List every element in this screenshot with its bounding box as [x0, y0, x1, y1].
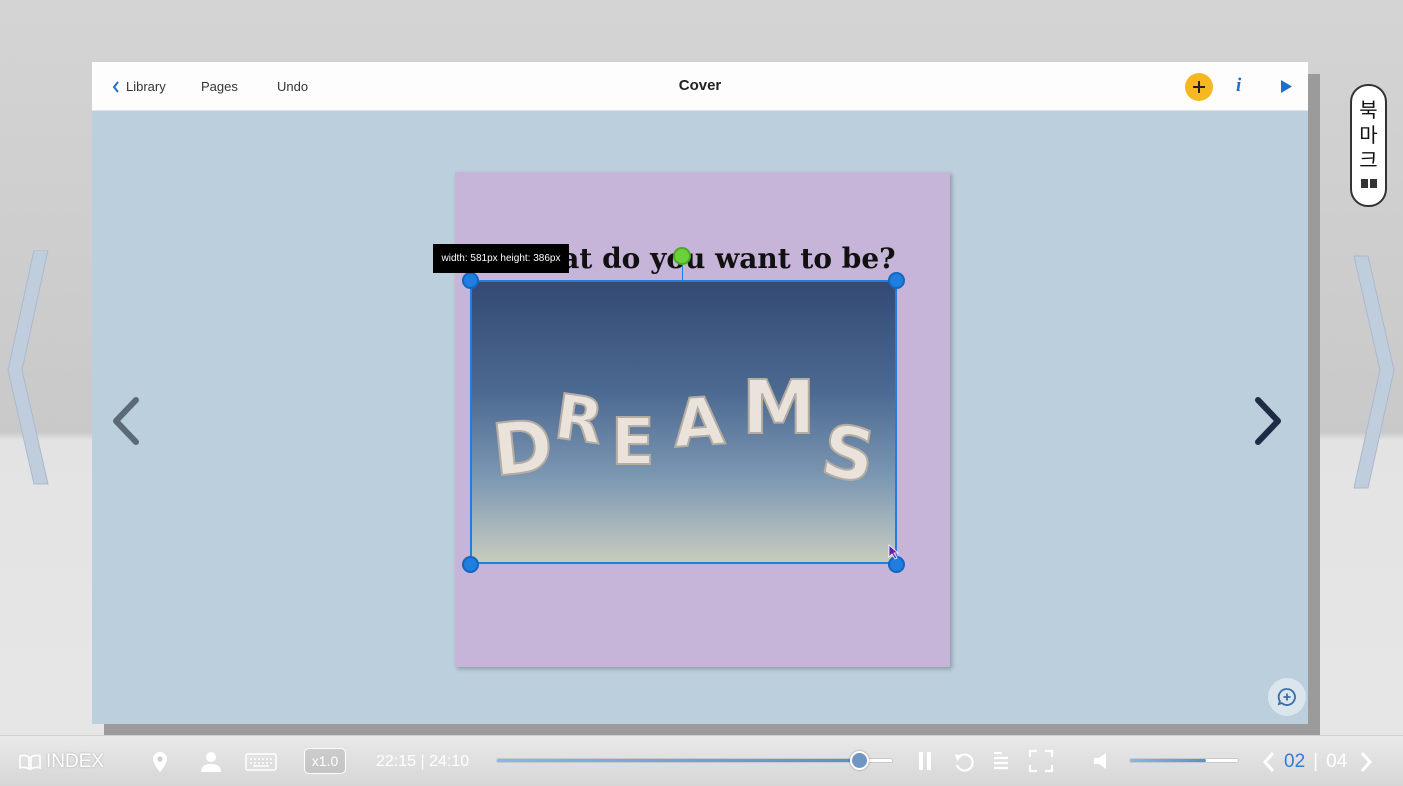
size-tooltip: width: 581px height: 386px	[433, 244, 569, 273]
location-pin-icon[interactable]	[150, 751, 170, 773]
bookmark-char: 마	[1359, 123, 1378, 147]
volume-slider[interactable]	[1129, 758, 1239, 763]
resize-handle-top-left[interactable]	[462, 272, 479, 289]
book-icon	[19, 754, 41, 770]
book-page: What do you want to be? D R E A M S widt…	[433, 172, 950, 667]
replay-icon[interactable]	[953, 751, 975, 773]
next-page-icon[interactable]	[1359, 751, 1373, 773]
outer-prev-arrow[interactable]	[4, 250, 52, 490]
speed-button[interactable]: x1.0	[304, 748, 346, 774]
progress-knob[interactable]	[850, 751, 870, 770]
page-pager: 02 | 04	[1262, 736, 1373, 786]
player-controls: INDEX x1.0 22:15 | 24:10 02 | 04	[0, 735, 1403, 786]
page-separator: |	[1313, 750, 1319, 772]
editor-toolbar: Library Pages Undo Cover i	[92, 62, 1308, 111]
resize-handle-top-right[interactable]	[888, 272, 905, 289]
add-button[interactable]	[1185, 73, 1213, 101]
time-display: 22:15 | 24:10	[376, 752, 470, 770]
speaker-icon[interactable]	[1093, 752, 1111, 770]
page-title: Cover	[678, 77, 722, 94]
fullscreen-icon[interactable]	[1028, 749, 1054, 773]
list-icon[interactable]	[992, 751, 1010, 771]
rotate-line	[682, 264, 683, 282]
bookmark-char: 크	[1359, 148, 1378, 172]
current-page: 02	[1284, 750, 1306, 772]
index-button[interactable]: INDEX	[18, 736, 104, 786]
mouse-cursor-icon	[888, 544, 900, 560]
user-icon[interactable]	[199, 751, 223, 773]
prev-arrow-icon[interactable]	[110, 397, 142, 445]
play-icon[interactable]	[1280, 79, 1293, 94]
rotate-handle[interactable]	[673, 247, 691, 265]
book-icon	[1360, 179, 1377, 188]
pause-icon[interactable]	[917, 751, 933, 771]
prev-page-icon[interactable]	[1262, 751, 1276, 773]
add-comment-button[interactable]	[1268, 678, 1306, 716]
info-icon: i	[1236, 75, 1242, 96]
resize-handle-bottom-left[interactable]	[462, 556, 479, 573]
total-pages: 04	[1326, 750, 1348, 772]
comment-add-icon	[1277, 688, 1296, 706]
progress-slider[interactable]	[496, 751, 893, 770]
outer-next-arrow[interactable]	[1350, 250, 1398, 490]
editor-window: Library Pages Undo Cover i What do you w…	[92, 62, 1308, 724]
next-arrow-icon[interactable]	[1252, 397, 1284, 445]
bookmark-char: 북	[1359, 98, 1378, 122]
progress-fill	[497, 759, 861, 762]
selection-box	[470, 280, 897, 564]
keyboard-icon[interactable]	[245, 753, 277, 771]
plus-icon	[1193, 81, 1205, 93]
volume-fill	[1130, 759, 1206, 762]
bookmark-tab[interactable]: 북 마 크	[1350, 84, 1387, 207]
info-button[interactable]: i	[1236, 75, 1241, 97]
index-label: INDEX	[46, 750, 105, 772]
